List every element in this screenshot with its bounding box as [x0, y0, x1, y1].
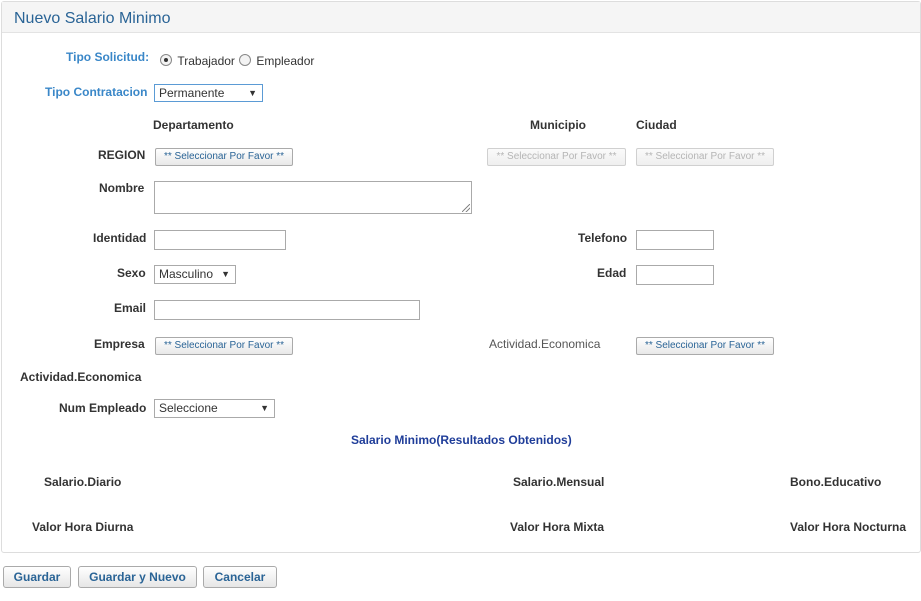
cancelar-button[interactable]: Cancelar: [203, 566, 277, 588]
sexo-select[interactable]: Masculino ▼: [154, 265, 236, 284]
tipo-solicitud-label: Tipo Solicitud:: [66, 50, 150, 64]
chevron-down-icon: ▼: [248, 88, 257, 98]
tipo-contratacion-label: Tipo Contratacion: [45, 85, 148, 99]
valor-hora-nocturna-label: Valor Hora Nocturna: [790, 520, 907, 534]
email-label: Email: [114, 301, 147, 315]
tipo-contratacion-select[interactable]: Permanente ▼: [154, 84, 263, 102]
chevron-down-icon: ▼: [221, 269, 230, 279]
departamento-header: Departamento: [153, 118, 234, 132]
actividad-economica-label: Actividad.Economica: [20, 370, 142, 384]
results-title: Salario Minimo(Resultados Obtenidos): [351, 433, 572, 447]
num-empleado-select[interactable]: Seleccione ▼: [154, 399, 275, 418]
region-label: REGION: [98, 148, 146, 162]
radio-empleador[interactable]: Empleador: [239, 54, 314, 68]
email-input[interactable]: [154, 300, 420, 320]
departamento-select-button[interactable]: ** Seleccionar Por Favor **: [155, 148, 293, 166]
resize-grip-icon[interactable]: [462, 204, 470, 212]
empresa-label: Empresa: [94, 337, 145, 351]
nombre-label: Nombre: [99, 181, 145, 195]
ciudad-header: Ciudad: [636, 118, 677, 132]
page-title: Nuevo Salario Minimo: [14, 10, 171, 27]
tipo-contratacion-value: Permanente: [159, 86, 225, 100]
guardar-y-nuevo-button[interactable]: Guardar y Nuevo: [78, 566, 197, 588]
empresa-select-button[interactable]: ** Seleccionar Por Favor **: [155, 337, 293, 355]
radio-empleador-label: Empleador: [256, 54, 315, 68]
salario-diario-label: Salario.Diario: [44, 475, 122, 489]
radio-unchecked-icon[interactable]: [239, 54, 251, 66]
actividad-economica-inline-label: Actividad.Economica: [489, 337, 601, 351]
num-empleado-value: Seleccione: [159, 401, 218, 415]
telefono-label: Telefono: [578, 231, 628, 245]
identidad-label: Identidad: [93, 231, 147, 245]
radio-checked-icon[interactable]: [160, 54, 172, 66]
municipio-select-button[interactable]: ** Seleccionar Por Favor **: [487, 148, 626, 166]
nombre-textarea[interactable]: [154, 181, 472, 214]
radio-trabajador[interactable]: Trabajador: [160, 54, 235, 68]
num-empleado-label: Num Empleado: [59, 401, 147, 415]
sexo-value: Masculino: [159, 267, 214, 281]
actividad-economica-select-button[interactable]: ** Seleccionar Por Favor **: [636, 337, 774, 355]
ciudad-select-button[interactable]: ** Seleccionar Por Favor **: [636, 148, 774, 166]
valor-hora-diurna-label: Valor Hora Diurna: [32, 520, 134, 534]
sexo-label: Sexo: [117, 266, 146, 280]
telefono-input[interactable]: [636, 230, 714, 250]
municipio-header: Municipio: [530, 118, 586, 132]
valor-hora-mixta-label: Valor Hora Mixta: [510, 520, 605, 534]
edad-label: Edad: [597, 266, 627, 280]
edad-input[interactable]: [636, 265, 714, 285]
guardar-button[interactable]: Guardar: [3, 566, 71, 588]
radio-trabajador-label: Trabajador: [177, 54, 235, 68]
salario-mensual-label: Salario.Mensual: [513, 475, 605, 489]
bono-educativo-label: Bono.Educativo: [790, 475, 882, 489]
chevron-down-icon: ▼: [260, 403, 269, 413]
identidad-input[interactable]: [154, 230, 286, 250]
